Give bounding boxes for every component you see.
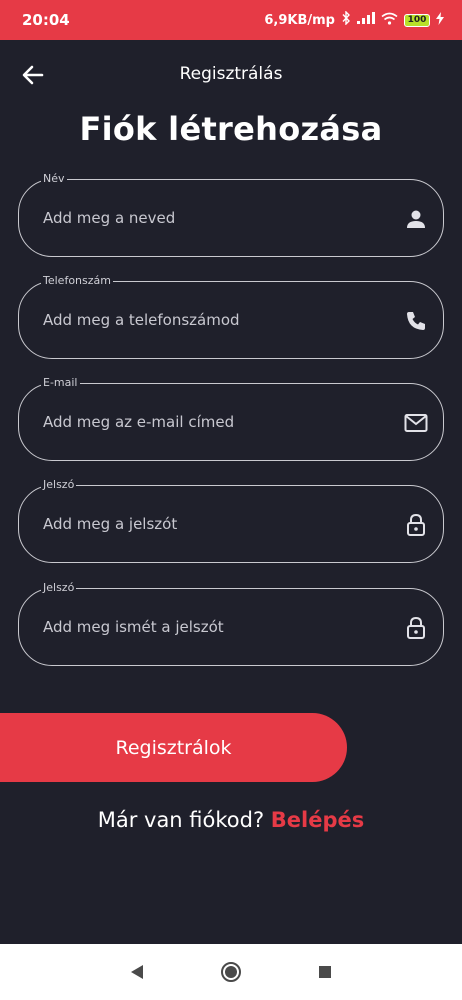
login-prompt: Már van fiókod? Belépés <box>0 808 462 832</box>
email-field[interactable]: E-mail <box>18 376 444 461</box>
email-input[interactable] <box>43 384 373 460</box>
nav-back-button[interactable] <box>122 957 152 987</box>
charging-icon <box>436 11 444 29</box>
person-icon <box>403 206 429 232</box>
lock-icon <box>403 615 429 641</box>
phone-input[interactable] <box>43 282 373 358</box>
app-bar: Regisztrálás <box>0 40 462 108</box>
appbar-title: Regisztrálás <box>179 64 283 84</box>
status-bar: 20:04 6,9KB/mp 100 <box>0 0 462 40</box>
password-field[interactable]: Jelszó <box>18 478 444 563</box>
nav-home-button[interactable] <box>216 957 246 987</box>
square-recents-icon <box>319 966 331 978</box>
name-input[interactable] <box>43 180 373 256</box>
status-time: 20:04 <box>22 11 70 29</box>
circle-home-icon <box>221 962 241 982</box>
register-button[interactable]: Regisztrálok <box>0 713 347 782</box>
bluetooth-icon <box>341 10 351 29</box>
lock-icon <box>403 512 429 538</box>
login-prompt-text: Már van fiókod? <box>97 808 265 832</box>
wifi-icon <box>381 12 398 29</box>
nav-recents-button[interactable] <box>310 957 340 987</box>
page-title: Fiók létrehozása <box>79 110 383 148</box>
password-input[interactable] <box>43 486 373 562</box>
system-nav-bar <box>0 944 462 1000</box>
phone-field[interactable]: Telefonszám <box>18 274 444 359</box>
name-field[interactable]: Név <box>18 172 444 257</box>
password-confirm-input[interactable] <box>43 589 373 665</box>
mail-icon <box>403 410 429 436</box>
network-speed: 6,9KB/mp <box>264 12 335 28</box>
password-confirm-field[interactable]: Jelszó <box>18 581 444 666</box>
phone-icon <box>403 308 429 334</box>
signal-icon <box>357 12 375 28</box>
triangle-back-icon <box>131 965 143 979</box>
status-icons: 6,9KB/mp 100 <box>264 10 444 29</box>
battery-icon: 100 <box>404 13 430 27</box>
login-link[interactable]: Belépés <box>271 808 364 832</box>
